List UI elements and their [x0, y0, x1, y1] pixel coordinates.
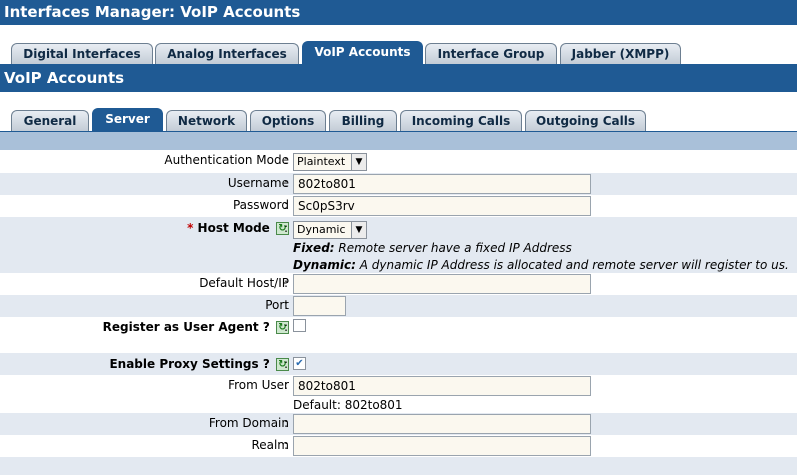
from-user-label: From User — [228, 378, 289, 392]
colon: : — [284, 198, 289, 212]
form-footer-row — [0, 457, 797, 475]
auth-mode-select[interactable]: Plaintext ▼ — [293, 153, 367, 171]
tab-voip-accounts[interactable]: VoIP Accounts — [302, 41, 423, 65]
tab-billing[interactable]: Billing — [329, 110, 397, 131]
colon: : — [284, 176, 289, 190]
sub-tab-bar: General Server Network Options Billing I… — [0, 92, 797, 133]
port-field[interactable] — [293, 296, 346, 316]
colon: : — [284, 416, 289, 430]
dynamic-desc: A dynamic IP Address is allocated and re… — [355, 258, 789, 272]
colon: : — [284, 221, 289, 235]
colon: : — [284, 320, 289, 334]
password-field[interactable]: Sc0pS3rv — [293, 196, 591, 216]
host-mode-row: * Host Mode ↻ : Dynamic ▼ Fixed: Remote … — [0, 217, 797, 273]
host-mode-label-group: * Host Mode ↻ — [187, 221, 289, 235]
tab-options[interactable]: Options — [250, 110, 326, 131]
register-ua-label: Register as User Agent ? — [102, 320, 270, 334]
colon: : — [284, 276, 289, 290]
page-title: Interfaces Manager: VoIP Accounts — [0, 0, 797, 25]
host-mode-fixed-note: Fixed: Remote server have a fixed IP Add… — [293, 241, 572, 255]
default-host-field[interactable] — [293, 274, 591, 294]
proxy-row: Enable Proxy Settings ? ↻ : ✔ — [0, 353, 797, 375]
password-row: Password : Sc0pS3rv — [0, 195, 797, 217]
tab-outgoing-calls[interactable]: Outgoing Calls — [525, 110, 646, 131]
colon: : — [284, 357, 289, 371]
required-star-icon: * — [187, 221, 194, 235]
host-mode-label: Host Mode — [197, 221, 270, 235]
from-domain-row: From Domain : — [0, 413, 797, 435]
tab-server[interactable]: Server — [92, 108, 163, 132]
tab-general[interactable]: General — [11, 110, 89, 131]
username-label: Username — [227, 176, 289, 190]
default-host-label: Default Host/IP — [199, 276, 289, 290]
register-ua-row: Register as User Agent ? ↻ : — [0, 317, 797, 353]
colon: : — [284, 438, 289, 452]
register-ua-label-group: Register as User Agent ? ↻ — [103, 320, 289, 334]
section-title: VoIP Accounts — [0, 66, 797, 92]
from-user-default-note: Default: 802to801 — [293, 398, 403, 412]
host-mode-select[interactable]: Dynamic ▼ — [293, 221, 367, 239]
from-domain-label: From Domain — [208, 416, 289, 430]
realm-field[interactable] — [293, 436, 591, 456]
fixed-desc: Remote server have a fixed IP Address — [334, 241, 572, 255]
tab-network[interactable]: Network — [166, 110, 247, 131]
top-tab-bar: Digital Interfaces Analog Interfaces VoI… — [0, 25, 797, 66]
colon: : — [284, 298, 289, 312]
port-row: Port : — [0, 295, 797, 317]
username-field[interactable]: 802to801 — [293, 174, 591, 194]
username-row: Username : 802to801 — [0, 173, 797, 195]
tab-analog-interfaces[interactable]: Analog Interfaces — [155, 43, 299, 64]
host-mode-dynamic-note: Dynamic: A dynamic IP Address is allocat… — [293, 258, 789, 272]
password-label: Password — [232, 198, 289, 212]
form-header-band — [0, 132, 797, 150]
tab-interface-group[interactable]: Interface Group — [425, 43, 557, 64]
tab-digital-interfaces[interactable]: Digital Interfaces — [11, 43, 153, 64]
fixed-term: Fixed: — [293, 241, 335, 255]
register-ua-checkbox[interactable] — [293, 319, 306, 332]
from-user-field[interactable]: 802to801 — [293, 376, 591, 396]
chevron-down-icon[interactable]: ▼ — [351, 154, 366, 170]
proxy-label-group: Enable Proxy Settings ? ↻ — [109, 357, 289, 371]
auth-mode-label: Authentication Mode — [164, 153, 289, 167]
tab-jabber-xmpp[interactable]: Jabber (XMPP) — [560, 43, 681, 64]
from-domain-field[interactable] — [293, 414, 591, 434]
proxy-label: Enable Proxy Settings ? — [109, 357, 270, 371]
tab-incoming-calls[interactable]: Incoming Calls — [400, 110, 522, 131]
auth-mode-value: Plaintext — [297, 155, 346, 168]
dynamic-term: Dynamic: — [293, 258, 356, 272]
chevron-down-icon[interactable]: ▼ — [351, 222, 366, 238]
realm-row: Realm : — [0, 435, 797, 457]
proxy-checkbox[interactable]: ✔ — [293, 357, 306, 370]
colon: : — [284, 153, 289, 167]
host-mode-value: Dynamic — [297, 223, 346, 236]
auth-mode-row: Authentication Mode : Plaintext ▼ — [0, 151, 797, 173]
from-user-row: From User : 802to801 Default: 802to801 — [0, 375, 797, 413]
colon: : — [284, 378, 289, 392]
default-host-row: Default Host/IP : — [0, 273, 797, 295]
